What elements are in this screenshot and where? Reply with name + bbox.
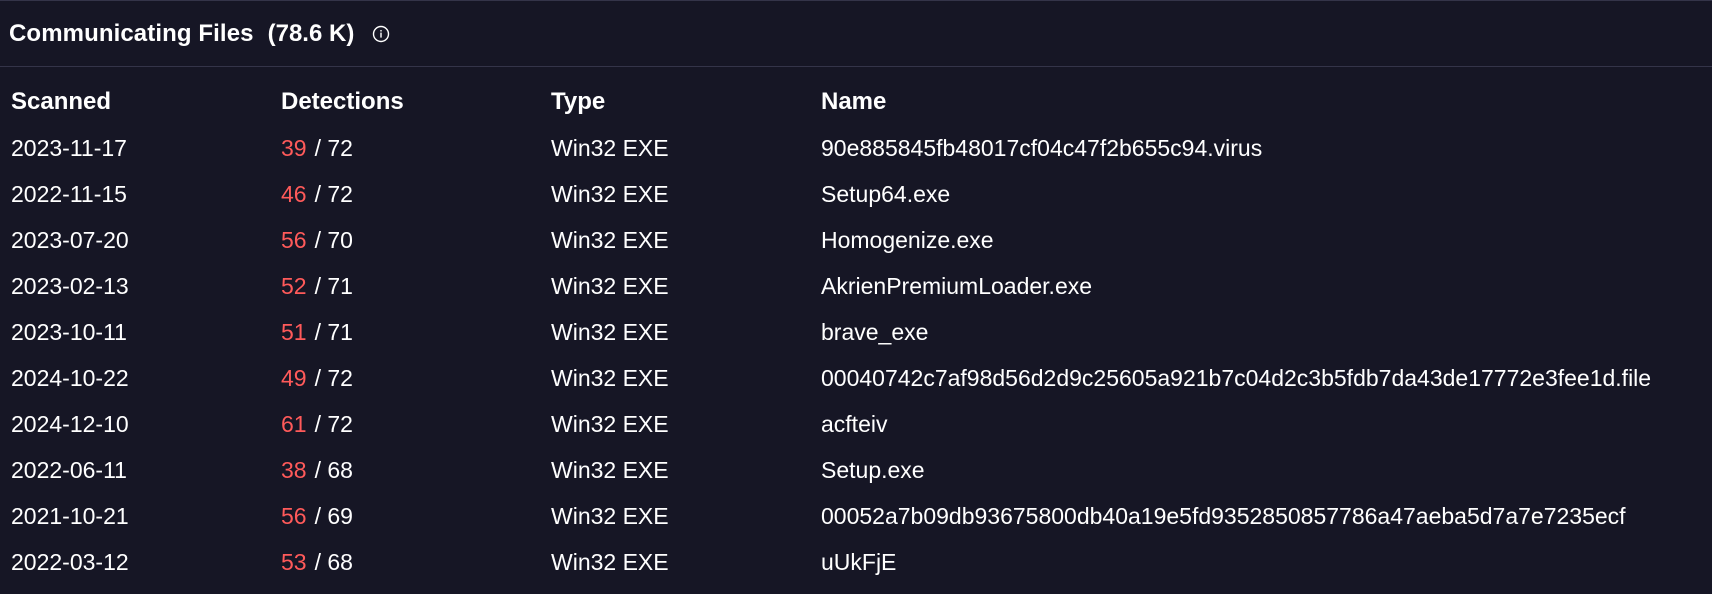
detections-total: / 72	[314, 180, 353, 207]
file-type: Win32 EXE	[551, 226, 669, 253]
table-row[interactable]: 2022-06-11 38 / 68 Win32 EXE Setup.exe	[11, 447, 1701, 493]
detections-cell: 51 / 71	[281, 309, 551, 355]
file-name-link[interactable]: 00052a7b09db93675800db40a19e5fd935285085…	[821, 503, 1626, 529]
detections-cell: 46 / 72	[281, 171, 551, 217]
detections-total: / 68	[314, 456, 353, 483]
file-name-link[interactable]: AkrienPremiumLoader.exe	[821, 273, 1092, 299]
detections-cell: 61 / 72	[281, 401, 551, 447]
file-name-cell: 90e885845fb48017cf04c47f2b655c94.virus	[821, 125, 1701, 171]
table-row[interactable]: 2024-12-10 61 / 72 Win32 EXE acfteiv	[11, 401, 1701, 447]
table-row[interactable]: 2023-07-20 56 / 70 Win32 EXE Homogenize.exe	[11, 217, 1701, 263]
panel-header: Communicating Files (78.6 K)	[0, 1, 1712, 67]
detections-positives: 52	[281, 272, 307, 299]
scanned-date: 2023-07-20	[11, 226, 129, 253]
communicating-files-table: Scanned Detections Type Name 2023-11-17 3…	[11, 79, 1701, 585]
table-row[interactable]: 2023-11-17 39 / 72 Win32 EXE 90e885845fb4801…	[11, 125, 1701, 171]
file-name-cell: uUkFjE	[821, 539, 1701, 585]
file-name-link[interactable]: uUkFjE	[821, 549, 896, 575]
detections-positives: 38	[281, 456, 307, 483]
table-header-row: Scanned Detections Type Name	[11, 79, 1701, 125]
detections-cell: 38 / 68	[281, 447, 551, 493]
scanned-date: 2023-02-13	[11, 272, 129, 299]
detections-positives: 51	[281, 318, 307, 345]
detections-total: / 72	[314, 134, 353, 161]
column-header-name[interactable]: Name	[821, 79, 1701, 125]
detections-positives: 46	[281, 180, 307, 207]
table-row[interactable]: 2021-10-21 56 / 69 Win32 EXE 00052a7b09db936…	[11, 493, 1701, 539]
file-name-cell: Setup.exe	[821, 447, 1701, 493]
file-name-cell: Homogenize.exe	[821, 217, 1701, 263]
file-name-cell: AkrienPremiumLoader.exe	[821, 263, 1701, 309]
file-name-link[interactable]: Setup.exe	[821, 457, 925, 483]
scanned-date: 2024-12-10	[11, 410, 129, 437]
detections-total: / 68	[314, 548, 353, 575]
detections-cell: 56 / 69	[281, 493, 551, 539]
table-body: 2023-11-17 39 / 72 Win32 EXE 90e885845fb4801…	[11, 125, 1701, 585]
table-row[interactable]: 2023-02-13 52 / 71 Win32 EXE AkrienPremiumLo…	[11, 263, 1701, 309]
detections-cell: 56 / 70	[281, 217, 551, 263]
file-name-link[interactable]: 90e885845fb48017cf04c47f2b655c94.virus	[821, 135, 1262, 161]
panel-title: Communicating Files	[9, 19, 254, 47]
scanned-date: 2023-11-17	[11, 134, 127, 161]
file-type: Win32 EXE	[551, 318, 669, 345]
detections-cell: 49 / 72	[281, 355, 551, 401]
table-row[interactable]: 2023-10-11 51 / 71 Win32 EXE brave_exe	[11, 309, 1701, 355]
file-type: Win32 EXE	[551, 410, 669, 437]
scanned-date: 2023-10-11	[11, 318, 127, 345]
detections-cell: 53 / 68	[281, 539, 551, 585]
file-name-cell: brave_exe	[821, 309, 1701, 355]
detections-total: / 69	[314, 502, 353, 529]
file-type: Win32 EXE	[551, 548, 669, 575]
detections-total: / 71	[314, 272, 353, 299]
info-icon[interactable]	[372, 25, 390, 43]
scanned-date: 2024-10-22	[11, 364, 129, 391]
file-name-cell: 00052a7b09db93675800db40a19e5fd935285085…	[821, 493, 1701, 539]
detections-total: / 72	[314, 364, 353, 391]
file-name-link[interactable]: Setup64.exe	[821, 181, 950, 207]
detections-positives: 49	[281, 364, 307, 391]
file-type: Win32 EXE	[551, 134, 669, 161]
table-row[interactable]: 2022-11-15 46 / 72 Win32 EXE Setup64.exe	[11, 171, 1701, 217]
detections-positives: 39	[281, 134, 307, 161]
scanned-date: 2022-06-11	[11, 456, 127, 483]
file-type: Win32 EXE	[551, 272, 669, 299]
scanned-date: 2021-10-21	[11, 502, 129, 529]
file-name-link[interactable]: brave_exe	[821, 319, 928, 345]
file-name-cell: 00040742c7af98d56d2d9c25605a921b7c04d2c3…	[821, 355, 1701, 401]
detections-positives: 56	[281, 502, 307, 529]
detections-positives: 53	[281, 548, 307, 575]
file-type: Win32 EXE	[551, 502, 669, 529]
detections-total: / 72	[314, 410, 353, 437]
detections-positives: 61	[281, 410, 307, 437]
table-row[interactable]: 2022-03-12 53 / 68 Win32 EXE uUkFjE	[11, 539, 1701, 585]
detections-cell: 39 / 72	[281, 125, 551, 171]
file-count: (78.6 K)	[267, 19, 355, 47]
communicating-files-panel: Communicating Files (78.6 K) Scanned Det…	[0, 0, 1712, 594]
file-type: Win32 EXE	[551, 180, 669, 207]
file-name-link[interactable]: acfteiv	[821, 411, 887, 437]
file-type: Win32 EXE	[551, 456, 669, 483]
table-row[interactable]: 2024-10-22 49 / 72 Win32 EXE 00040742c7af98d…	[11, 355, 1701, 401]
file-name-link[interactable]: Homogenize.exe	[821, 227, 994, 253]
file-name-cell: acfteiv	[821, 401, 1701, 447]
file-name-cell: Setup64.exe	[821, 171, 1701, 217]
column-header-detections[interactable]: Detections	[281, 79, 551, 125]
column-header-scanned[interactable]: Scanned	[11, 79, 281, 125]
detections-cell: 52 / 71	[281, 263, 551, 309]
file-type: Win32 EXE	[551, 364, 669, 391]
file-name-link[interactable]: 00040742c7af98d56d2d9c25605a921b7c04d2c3…	[821, 365, 1651, 391]
detections-total: / 71	[314, 318, 353, 345]
scanned-date: 2022-11-15	[11, 180, 127, 207]
detections-total: / 70	[314, 226, 353, 253]
column-header-type[interactable]: Type	[551, 79, 821, 125]
detections-positives: 56	[281, 226, 307, 253]
scanned-date: 2022-03-12	[11, 548, 129, 575]
